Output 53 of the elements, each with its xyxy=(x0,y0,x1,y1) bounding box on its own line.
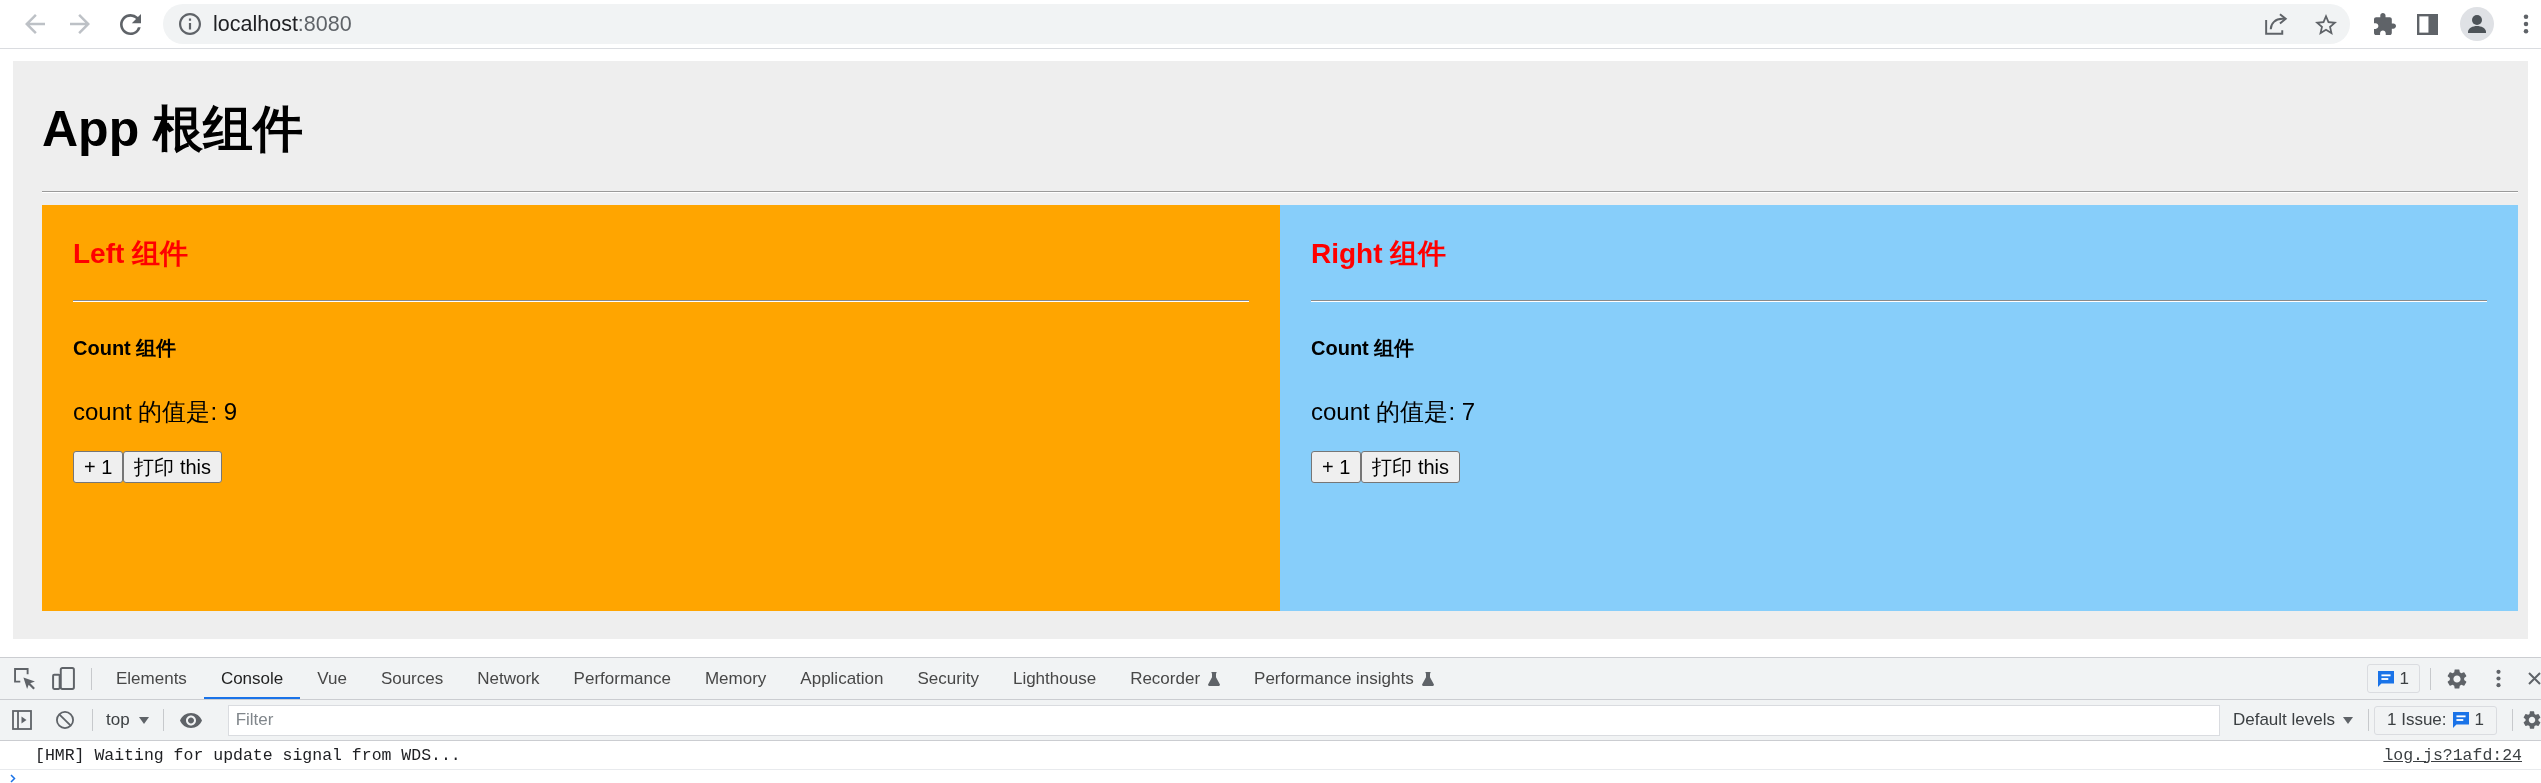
count-text: count 的值是: 9 xyxy=(73,397,238,426)
devtools-tab[interactable]: Sources xyxy=(363,658,461,699)
message-icon xyxy=(2452,712,2469,728)
kebab-menu-icon[interactable] xyxy=(2523,14,2529,34)
count-heading: Count 组件 xyxy=(1311,336,1415,360)
star-icon[interactable] xyxy=(2315,13,2337,35)
devtools-tab[interactable]: Vue xyxy=(300,658,364,699)
settings-icon[interactable] xyxy=(2523,711,2541,729)
side-panel-icon[interactable] xyxy=(2417,13,2438,35)
devtools-tab[interactable]: Application xyxy=(783,658,901,699)
console-message: [HMR] Waiting for update signal from WDS... xyxy=(35,745,461,765)
settings-icon[interactable] xyxy=(2447,668,2467,689)
devtools-tab[interactable]: Security xyxy=(900,658,996,699)
block-icon[interactable] xyxy=(55,710,75,730)
devtools-tab[interactable]: Performance insights xyxy=(1237,658,1451,699)
sidebar-toggle-icon[interactable] xyxy=(12,710,32,730)
source-link[interactable]: log.js?1afd:24 xyxy=(2383,745,2522,765)
panel-title: Left 组件 xyxy=(73,237,189,271)
print-button[interactable]: 打印 this xyxy=(1361,451,1461,483)
caret-icon xyxy=(2343,716,2353,724)
context-selector[interactable]: top xyxy=(100,705,155,735)
puzzle-icon[interactable] xyxy=(2374,13,2396,35)
kebab-menu-icon[interactable] xyxy=(2496,669,2501,688)
inspect-icon[interactable] xyxy=(14,667,36,690)
devtools-tab[interactable]: Lighthouse xyxy=(995,658,1114,699)
issues-button[interactable]: 1 Issue: 1 xyxy=(2374,705,2497,735)
devtools-tab[interactable]: Recorder xyxy=(1113,658,1238,699)
address-bar[interactable]: localhost:8080 xyxy=(163,4,2350,44)
device-icon[interactable] xyxy=(52,667,75,690)
url-text: localhost:8080 xyxy=(213,11,352,37)
info-icon[interactable] xyxy=(179,13,201,35)
caret-icon xyxy=(138,716,149,724)
levels-dropdown[interactable]: Default levels xyxy=(2226,705,2359,735)
devtools-tab[interactable]: Network xyxy=(460,658,557,699)
reload-icon[interactable] xyxy=(120,13,141,35)
devtools-tab[interactable]: Elements xyxy=(99,658,204,699)
share-icon[interactable] xyxy=(2265,13,2288,35)
message-icon xyxy=(2377,670,2394,687)
eye-icon[interactable] xyxy=(179,712,202,728)
page-title: App 根组件 xyxy=(42,100,304,159)
messages-badge[interactable]: 1 xyxy=(2366,664,2420,693)
prompt-icon xyxy=(10,774,16,783)
avatar-icon[interactable] xyxy=(2460,7,2494,41)
increment-button[interactable]: + 1 xyxy=(1311,451,1362,483)
devtools-tab[interactable]: Memory xyxy=(687,658,784,699)
count-heading: Count 组件 xyxy=(73,336,177,360)
filter-field[interactable]: Filter xyxy=(227,704,2220,736)
close-icon[interactable] xyxy=(2528,672,2541,685)
increment-button[interactable]: + 1 xyxy=(73,451,124,483)
panel-title: Right 组件 xyxy=(1311,237,1447,271)
print-button[interactable]: 打印 this xyxy=(123,451,223,483)
devtools-tab[interactable]: Performance xyxy=(556,658,688,699)
count-text: count 的值是: 7 xyxy=(1311,397,1476,426)
